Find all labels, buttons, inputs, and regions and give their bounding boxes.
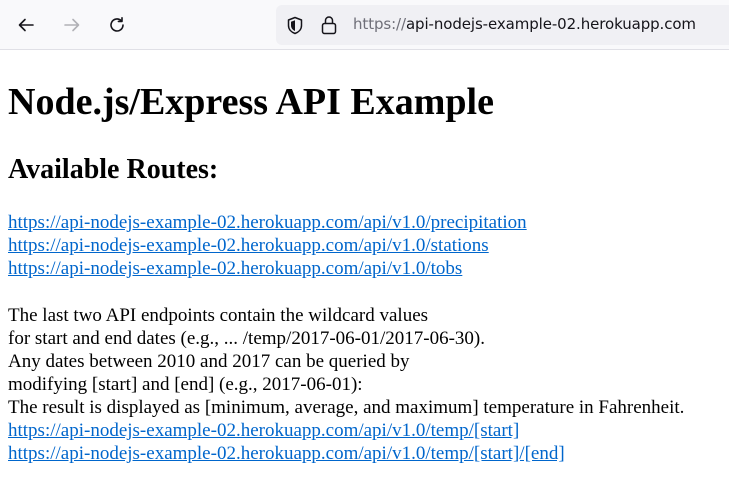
route-link-precipitation[interactable]: https://api-nodejs-example-02.herokuapp.… [8, 211, 527, 234]
forward-button[interactable] [56, 9, 88, 41]
back-button[interactable] [10, 9, 42, 41]
description-line: Any dates between 2010 and 2017 can be q… [8, 351, 410, 372]
reload-icon [110, 17, 124, 32]
lock-icon[interactable] [321, 15, 337, 40]
page-title: Node.js/Express API Example [8, 81, 494, 123]
address-bar[interactable]: https://api-nodejs-example-02.herokuapp.… [276, 5, 729, 45]
route-link-tobs[interactable]: https://api-nodejs-example-02.herokuapp.… [8, 257, 527, 280]
browser-toolbar: https://api-nodejs-example-02.herokuapp.… [0, 0, 729, 50]
description-line: modifying [start] and [end] (e.g., 2017-… [8, 374, 363, 395]
shield-icon[interactable] [286, 16, 304, 40]
url-scheme: https:// [353, 15, 406, 33]
description-line: The last two API endpoints contain the w… [8, 305, 429, 326]
url-host: api-nodejs-example-02.herokuapp.com [405, 15, 696, 33]
route-link-temp-start-end[interactable]: https://api-nodejs-example-02.herokuapp.… [8, 442, 684, 465]
route-link-temp-start[interactable]: https://api-nodejs-example-02.herokuapp.… [8, 419, 684, 442]
reload-button[interactable] [101, 9, 133, 41]
routes-list: https://api-nodejs-example-02.herokuapp.… [8, 211, 527, 280]
description-line: for start and end dates (e.g., ... /temp… [8, 328, 485, 349]
routes-heading: Available Routes: [8, 154, 219, 185]
arrow-right-icon [64, 18, 80, 32]
route-link-stations[interactable]: https://api-nodejs-example-02.herokuapp.… [8, 234, 527, 257]
description-line: The result is displayed as [minimum, ave… [8, 397, 685, 418]
url-text[interactable]: https://api-nodejs-example-02.herokuapp.… [353, 15, 696, 33]
arrow-left-icon [18, 18, 34, 32]
description: The last two API endpoints contain the w… [8, 304, 684, 465]
